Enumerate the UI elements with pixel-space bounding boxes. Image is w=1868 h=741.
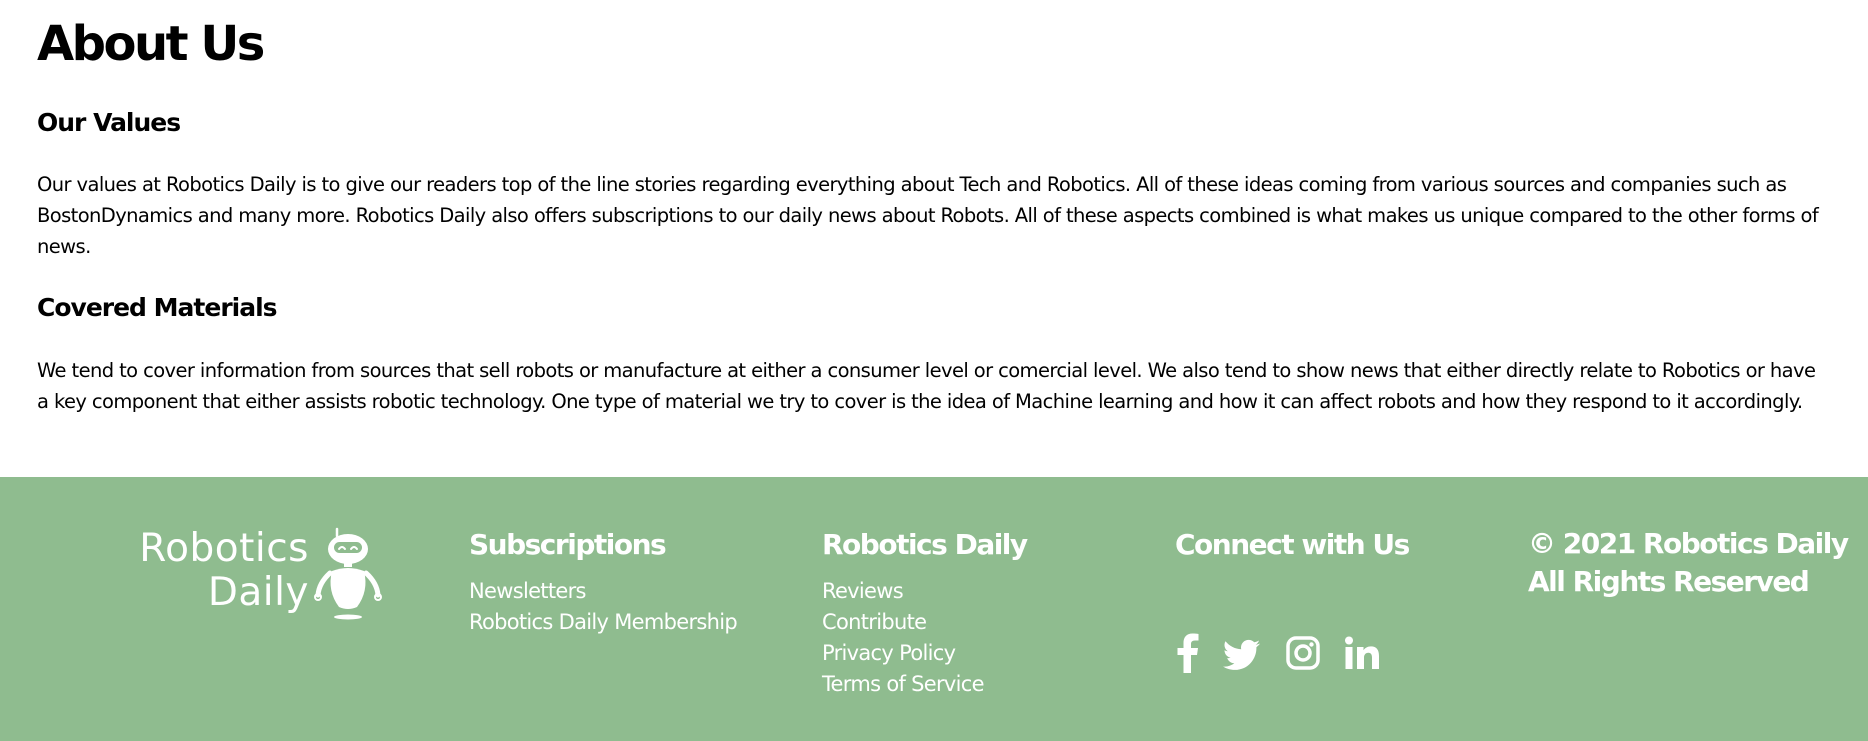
robotics-daily-heading: Robotics Daily bbox=[822, 528, 1028, 561]
facebook-icon bbox=[1177, 633, 1199, 673]
privacy-policy-link[interactable]: Privacy Policy bbox=[822, 638, 1027, 669]
covered-materials-text: We tend to cover information from source… bbox=[37, 359, 1816, 413]
footer-subscriptions-column: Subscriptions Newsletters Robotics Daily… bbox=[469, 525, 738, 638]
facebook-link[interactable] bbox=[1175, 633, 1199, 673]
linkedin-icon bbox=[1345, 636, 1379, 669]
logo-wordmark: Robotics Daily bbox=[139, 527, 309, 615]
footer-connect-column: Connect with Us bbox=[1175, 525, 1410, 673]
page-title: About Us bbox=[37, 16, 265, 72]
footer-copyright-column: © 2021 Robotics Daily All Rights Reserve… bbox=[1528, 525, 1849, 601]
terms-of-service-link[interactable]: Terms of Service bbox=[822, 669, 1027, 700]
connect-heading: Connect with Us bbox=[1175, 528, 1410, 561]
logo-line-1: Robotics bbox=[139, 526, 309, 571]
footer-logo[interactable]: Robotics Daily bbox=[123, 527, 383, 627]
subscriptions-heading: Subscriptions bbox=[469, 528, 667, 561]
our-values-heading: Our Values bbox=[37, 108, 181, 137]
site-footer: Robotics Daily Subscriptions Newsletters… bbox=[0, 477, 1868, 741]
contribute-link[interactable]: Contribute bbox=[822, 607, 1027, 638]
rights-reserved-text: All Rights Reserved bbox=[1528, 565, 1810, 598]
covered-materials-heading: Covered Materials bbox=[37, 293, 278, 322]
reviews-link[interactable]: Reviews bbox=[822, 576, 1027, 607]
robotics-daily-links: Reviews Contribute Privacy Policy Terms … bbox=[822, 576, 1027, 700]
twitter-icon bbox=[1223, 639, 1261, 670]
instagram-icon bbox=[1286, 636, 1320, 670]
logo-line-2: Daily bbox=[207, 570, 309, 615]
twitter-link[interactable] bbox=[1223, 633, 1261, 673]
linkedin-link[interactable] bbox=[1344, 633, 1380, 673]
newsletters-link[interactable]: Newsletters bbox=[469, 576, 737, 607]
membership-link[interactable]: Robotics Daily Membership bbox=[469, 607, 738, 638]
instagram-link[interactable] bbox=[1285, 633, 1321, 673]
our-values-text: Our values at Robotics Daily is to give … bbox=[37, 173, 1819, 258]
copyright-text: © 2021 Robotics Daily bbox=[1528, 527, 1849, 560]
social-links bbox=[1175, 633, 1395, 673]
robot-icon bbox=[314, 527, 382, 620]
subscriptions-links: Newsletters Robotics Daily Membership bbox=[469, 576, 738, 638]
footer-robotics-daily-column: Robotics Daily Reviews Contribute Privac… bbox=[822, 525, 1028, 700]
